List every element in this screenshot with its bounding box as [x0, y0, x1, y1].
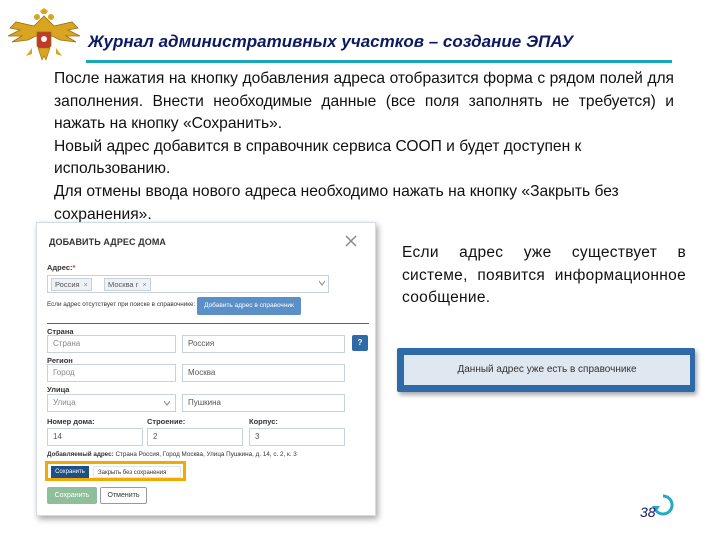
help-button[interactable]: ?	[352, 335, 368, 351]
add-address-dialog: ДОБАВИТЬ АДРЕС ДОМА Адрес:* Россия × Моск…	[36, 222, 376, 516]
cancel-button[interactable]: Отменить	[100, 487, 147, 504]
existing-address-note: Если адрес уже существует в системе, поя…	[402, 244, 686, 306]
chevron-down-icon	[164, 401, 170, 406]
add-to-directory-button[interactable]: Добавить адрес в справочник	[197, 297, 301, 315]
required-mark: *	[72, 263, 76, 272]
intro-paragraph-added: Новый адрес добавится в справочник серви…	[54, 137, 582, 178]
close-icon[interactable]	[343, 233, 359, 249]
added-address-line: Добавляемый адрес: Страна Россия, Город …	[47, 451, 297, 458]
page-number: 38	[640, 504, 656, 520]
street-select[interactable]: Улица	[47, 394, 176, 412]
address-tag-country[interactable]: Россия ×	[51, 278, 92, 291]
country-select[interactable]: Страна	[47, 335, 176, 353]
save-small-button[interactable]: Сохранить	[51, 466, 89, 478]
address-search-input[interactable]: Россия × Москва г ×	[47, 275, 329, 293]
page-title: Журнал административных участков – созда…	[88, 32, 574, 51]
intro-paragraph-cancel: Для отмены ввода нового адреса необходим…	[54, 182, 619, 223]
header-divider	[86, 60, 672, 63]
save-button[interactable]: Сохранить	[47, 487, 97, 504]
building-input[interactable]: 2	[147, 428, 243, 446]
chevron-down-icon[interactable]	[319, 280, 325, 286]
intro-text: После нажатия на кнопку добавления адрес…	[54, 68, 674, 226]
house-label: Номер дома:	[47, 417, 95, 426]
not-found-note: Если адрес отсутствует при поиске в спра…	[47, 301, 196, 308]
dialog-title: ДОБАВИТЬ АДРЕС ДОМА	[49, 237, 167, 247]
street-input[interactable]: Пушкина	[182, 394, 345, 412]
section-divider	[47, 323, 369, 324]
info-message: Данный адрес уже есть в справочнике	[404, 355, 690, 385]
close-without-save-button[interactable]: Закрыть без сохранения	[93, 466, 181, 478]
building-label: Строение:	[147, 417, 186, 426]
address-tag-city[interactable]: Москва г ×	[104, 278, 151, 291]
street-label: Улица	[47, 385, 70, 394]
added-address-value: Страна Россия, Город Москва, Улица Пушки…	[115, 451, 297, 458]
block-label: Корпус:	[249, 417, 278, 426]
region-select[interactable]: Город	[47, 364, 176, 382]
region-input[interactable]: Москва	[182, 364, 345, 382]
tag-remove-icon: ×	[83, 282, 88, 289]
added-address-label: Добавляемый адрес:	[47, 451, 114, 458]
country-input[interactable]: Россия	[182, 335, 345, 353]
house-input[interactable]: 14	[47, 428, 143, 446]
emblem-logo	[7, 8, 81, 61]
block-input[interactable]: 3	[249, 428, 345, 446]
tag-remove-icon: ×	[142, 282, 147, 289]
address-label: Адрес:*	[47, 263, 76, 272]
intro-paragraph-form: После нажатия на кнопку добавления адрес…	[54, 70, 674, 133]
